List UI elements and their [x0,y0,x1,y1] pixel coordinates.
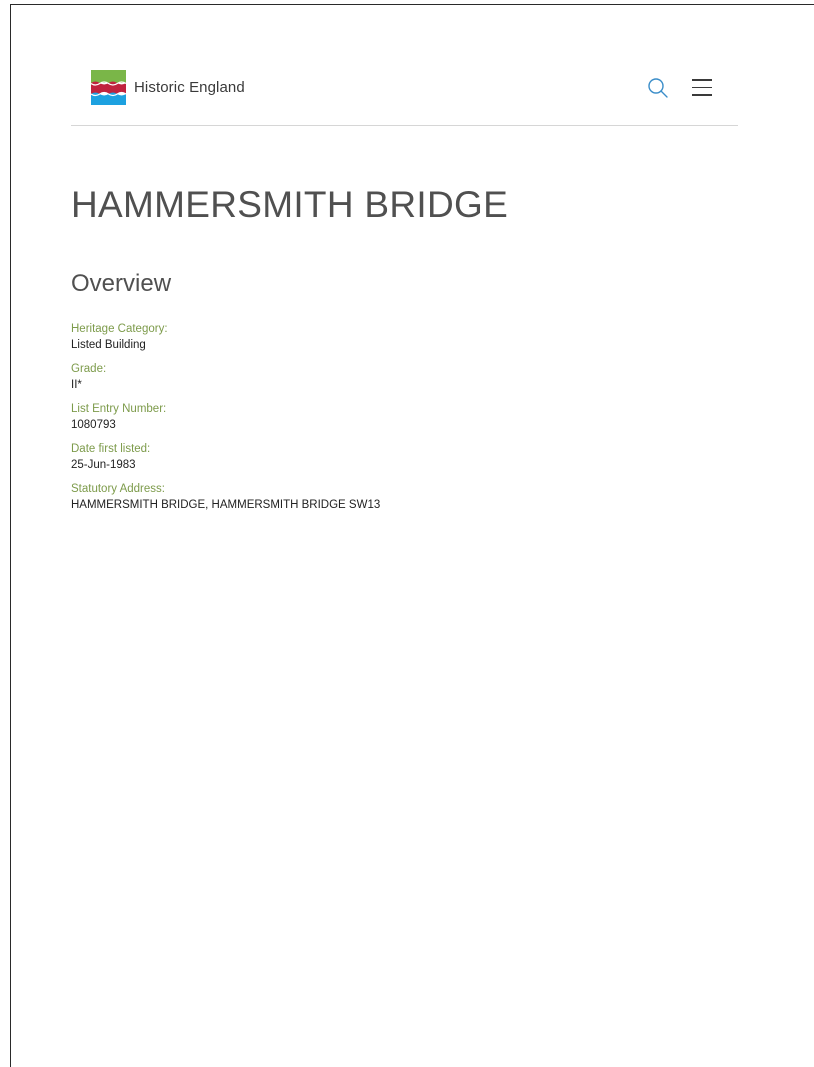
search-icon [648,78,668,98]
detail-value: II* [71,379,82,391]
section-heading-overview: Overview [71,270,172,297]
menu-button[interactable] [692,79,714,97]
detail-value: 1080793 [71,419,116,431]
page-frame [10,4,814,1067]
search-button[interactable] [647,77,669,99]
detail-date-first-listed: Date first listed: 25-Jun-1983 [71,442,721,473]
historic-england-logo-icon [91,70,126,105]
detail-heritage-category: Heritage Category: Listed Building [71,322,721,353]
logo-text: Historic England [134,79,245,96]
detail-label: List Entry Number: [71,403,167,415]
detail-value: Listed Building [71,339,146,351]
detail-value: 25-Jun-1983 [71,459,136,471]
detail-label: Heritage Category: [71,323,168,335]
site-logo-link[interactable]: Historic England [91,70,245,105]
site-header: Historic England [71,62,738,126]
detail-label: Grade: [71,363,107,375]
detail-label: Date first listed: [71,443,151,455]
page-title: HAMMERSMITH BRIDGE [71,184,509,225]
detail-value: HAMMERSMITH BRIDGE, HAMMERSMITH BRIDGE S… [71,499,381,511]
hamburger-menu-icon [692,79,714,96]
detail-list-entry-number: List Entry Number: 1080793 [71,402,721,433]
detail-label: Statutory Address: [71,483,165,495]
detail-grade: Grade: II* [71,362,721,393]
detail-statutory-address: Statutory Address: HAMMERSMITH BRIDGE, H… [71,482,721,513]
listing-details: Heritage Category: Listed Building Grade… [71,322,721,522]
